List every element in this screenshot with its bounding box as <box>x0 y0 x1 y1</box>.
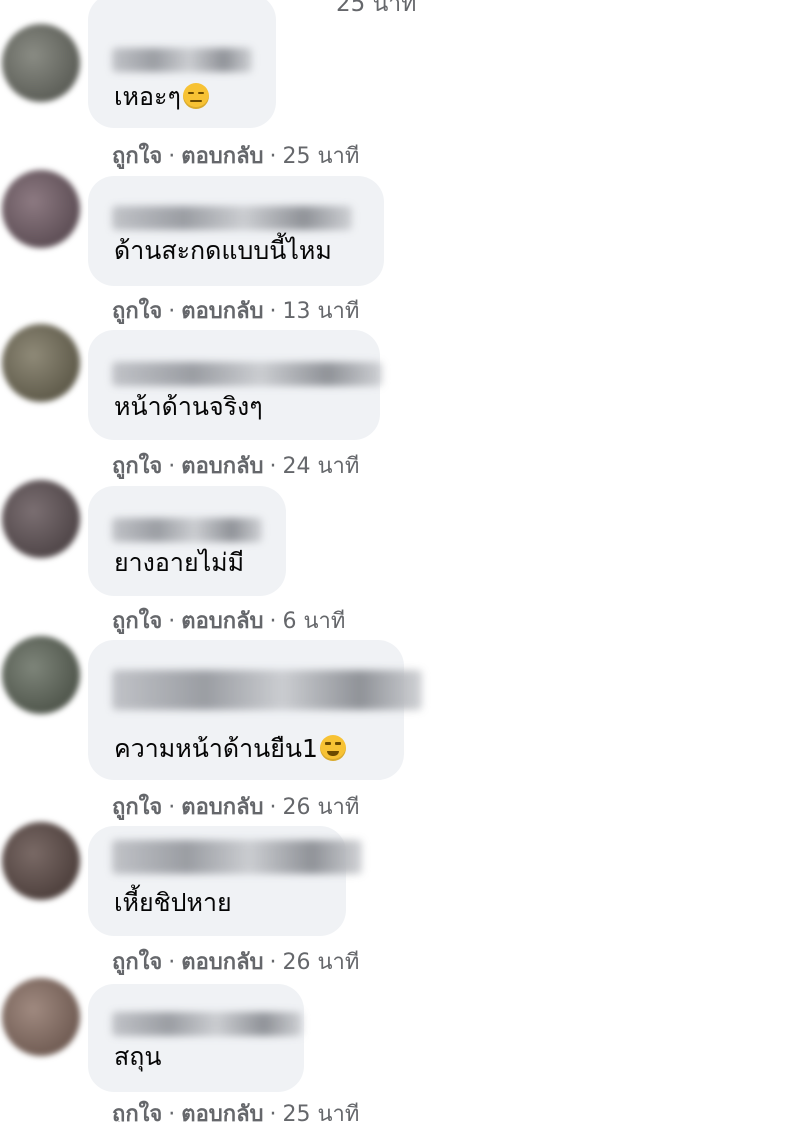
rolling-laughing-face-icon <box>319 735 346 761</box>
separator: · <box>269 454 277 479</box>
like-button[interactable]: ถูกใจ <box>112 144 162 169</box>
commenter-avatar[interactable] <box>2 170 80 248</box>
commenter-name-blurred[interactable] <box>112 518 262 542</box>
comment-text-content: ยางอายไม่มี <box>114 548 245 577</box>
separator: · <box>269 950 277 975</box>
commenter-name-blurred[interactable] <box>112 840 362 874</box>
separator: · <box>269 795 277 820</box>
commenter-name-blurred[interactable] <box>112 1012 302 1036</box>
commenter-name-blurred[interactable] <box>112 362 382 386</box>
comment-actions: ถูกใจ · ตอบกลับ · 26 นาที <box>112 944 359 979</box>
reply-button[interactable]: ตอบกลับ <box>181 950 263 975</box>
comment-timestamp[interactable]: 26 นาที <box>283 950 360 975</box>
comment-text: หน้าด้านจริงๆ <box>114 392 263 422</box>
comment-bubble: หน้าด้านจริงๆ <box>88 330 382 440</box>
comment-timestamp[interactable]: 25 นาที <box>283 1102 360 1122</box>
comment-actions: ถูกใจ · ตอบกลับ · 13 นาที <box>112 293 359 328</box>
comment-text-content: เหี้ยชิปหาย <box>114 888 232 917</box>
reply-button[interactable]: ตอบกลับ <box>181 1102 263 1122</box>
commenter-name-blurred[interactable] <box>112 670 422 710</box>
commenter-name-blurred[interactable] <box>112 48 252 72</box>
reply-button[interactable]: ตอบกลับ <box>181 795 263 820</box>
comment-timestamp[interactable]: 24 นาที <box>283 454 360 479</box>
reply-button[interactable]: ตอบกลับ <box>181 144 263 169</box>
comment-text: ด้านสะกดแบบนี้ไหม <box>114 236 332 266</box>
separator: · <box>168 795 176 820</box>
comment-text-content: ความหน้าด้านยืน1 <box>114 734 318 763</box>
comment-actions: ถูกใจ · ตอบกลับ · 25 นาที <box>112 138 359 173</box>
comment-bubble: เหี้ยชิปหาย <box>88 826 362 936</box>
reply-button[interactable]: ตอบกลับ <box>181 454 263 479</box>
like-button[interactable]: ถูกใจ <box>112 454 162 479</box>
separator: · <box>269 144 277 169</box>
comment-text-content: ด้านสะกดแบบนี้ไหม <box>114 236 332 265</box>
like-button[interactable]: ถูกใจ <box>112 950 162 975</box>
unamused-face-icon <box>182 83 209 109</box>
like-button[interactable]: ถูกใจ <box>112 299 162 324</box>
comment-text-content: เหอะๆ <box>114 82 181 111</box>
reply-button[interactable]: ตอบกลับ <box>181 609 263 634</box>
comment-text: เหอะๆ <box>114 82 209 112</box>
comment-text-content: สถุน <box>114 1042 162 1071</box>
like-button[interactable]: ถูกใจ <box>112 609 162 634</box>
comment-text-content: หน้าด้านจริงๆ <box>114 392 263 421</box>
comment-timestamp[interactable]: 25 นาที <box>283 144 360 169</box>
comment-bubble: เหอะๆ <box>88 0 276 128</box>
comment-bubble: ด้านสะกดแบบนี้ไหม <box>88 176 384 286</box>
commenter-avatar[interactable] <box>2 480 80 558</box>
separator: · <box>168 1102 176 1122</box>
comment-text: เหี้ยชิปหาย <box>114 888 232 918</box>
comment-actions: ถูกใจ · ตอบกลับ · 26 นาที <box>112 789 359 824</box>
commenter-avatar[interactable] <box>2 24 80 102</box>
comment-bubble: สถุน <box>88 984 304 1092</box>
reply-button[interactable]: ตอบกลับ <box>181 299 263 324</box>
commenter-name-blurred[interactable] <box>112 206 352 230</box>
comment-actions: ถูกใจ · ตอบกลับ · 24 นาที <box>112 448 359 483</box>
separator: · <box>168 609 176 634</box>
comment-text: ความหน้าด้านยืน1 <box>114 734 346 764</box>
comment-text: สถุน <box>114 1042 162 1072</box>
comment-bubble: ยางอายไม่มี <box>88 486 286 596</box>
comment-text: ยางอายไม่มี <box>114 548 244 578</box>
comment-timestamp[interactable]: 13 นาที <box>283 299 360 324</box>
comment-bubble: ความหน้าด้านยืน1 <box>88 640 422 780</box>
commenter-avatar[interactable] <box>2 324 80 402</box>
commenter-avatar[interactable] <box>2 978 80 1056</box>
separator: · <box>168 454 176 479</box>
comment-timestamp[interactable]: 6 นาที <box>283 609 346 634</box>
commenter-avatar[interactable] <box>2 822 80 900</box>
like-button[interactable]: ถูกใจ <box>112 1102 162 1122</box>
previous-comment-timestamp[interactable]: 25 นาที <box>336 0 416 22</box>
separator: · <box>269 299 277 324</box>
separator: · <box>269 1102 277 1122</box>
separator: · <box>168 144 176 169</box>
commenter-avatar[interactable] <box>2 636 80 714</box>
comment-actions: ถูกใจ · ตอบกลับ · 25 นาที <box>112 1096 359 1122</box>
comment-actions: ถูกใจ · ตอบกลับ · 6 นาที <box>112 603 345 638</box>
comment-timestamp[interactable]: 26 นาที <box>283 795 360 820</box>
separator: · <box>168 950 176 975</box>
like-button[interactable]: ถูกใจ <box>112 795 162 820</box>
separator: · <box>168 299 176 324</box>
comment-thread: 25 นาที เหอะๆ ถูกใจ · ตอบกลับ · 25 นาที ด้าน… <box>0 0 800 1122</box>
separator: · <box>269 609 277 634</box>
